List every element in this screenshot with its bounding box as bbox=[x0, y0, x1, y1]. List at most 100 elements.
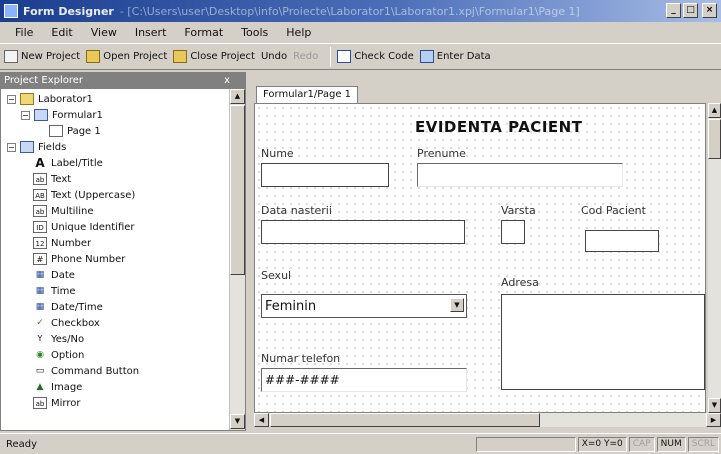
close-project-button[interactable]: Close Project bbox=[173, 50, 255, 63]
field-type-item[interactable]: ▦ Time bbox=[33, 283, 76, 299]
close-icon[interactable]: x bbox=[224, 75, 230, 86]
adresa-label: Adresa bbox=[501, 276, 539, 289]
field-type-item[interactable]: ▭ Command Button bbox=[33, 363, 139, 379]
project-explorer-header: Project Explorer x bbox=[0, 72, 246, 88]
label-icon: A bbox=[35, 156, 45, 170]
tree-item-label: Unique Identifier bbox=[51, 221, 135, 233]
field-type-item[interactable]: ab Text bbox=[33, 171, 71, 187]
scroll-left-icon[interactable]: ◀ bbox=[254, 413, 269, 427]
open-folder-icon bbox=[86, 50, 101, 63]
new-project-icon bbox=[4, 50, 18, 63]
scroll-up-icon[interactable]: ▲ bbox=[230, 89, 245, 104]
field-type-item[interactable]: Y Yes/No bbox=[33, 331, 85, 347]
field-type-item[interactable]: ID Unique Identifier bbox=[33, 219, 135, 235]
field-type-item[interactable]: ▲ Image bbox=[33, 379, 83, 395]
menu-file[interactable]: File bbox=[6, 26, 42, 39]
tree-item-label: Option bbox=[51, 349, 85, 361]
field-type-item[interactable]: ▦ Date bbox=[33, 267, 75, 283]
numar-telefon-label: Numar telefon bbox=[261, 352, 341, 365]
tab-formular1-page1[interactable]: Formular1/Page 1 bbox=[256, 86, 359, 103]
tree-item-label: Page 1 bbox=[67, 125, 101, 137]
title-bar: Form Designer - [C:\Users\user\Desktop\in… bbox=[0, 0, 721, 22]
scroll-right-icon[interactable]: ▶ bbox=[706, 413, 721, 427]
designer-vertical-scrollbar[interactable]: ▲ ▼ bbox=[708, 103, 721, 413]
prenume-label: Prenume bbox=[417, 147, 466, 160]
menu-edit[interactable]: Edit bbox=[42, 26, 81, 39]
project-explorer: Project Explorer x − Laborator1 − Formul… bbox=[0, 72, 246, 431]
varsta-label: Varsta bbox=[501, 204, 536, 217]
enter-data-button[interactable]: Enter Data bbox=[419, 50, 491, 63]
redo-button[interactable]: Redo bbox=[293, 51, 318, 62]
folder-icon bbox=[20, 93, 34, 105]
tree-item-label: Date/Time bbox=[51, 301, 103, 313]
menu-view[interactable]: View bbox=[82, 26, 126, 39]
field-type-item[interactable]: ab Mirror bbox=[33, 395, 80, 411]
menu-insert[interactable]: Insert bbox=[126, 26, 176, 39]
tree-item-label: Phone Number bbox=[51, 253, 126, 265]
prenume-field[interactable] bbox=[417, 163, 623, 187]
tree-item-label: Time bbox=[51, 285, 76, 297]
tree-item-label: Number bbox=[51, 237, 92, 249]
maximize-button[interactable]: □ bbox=[683, 3, 698, 18]
tree-item-laborator1[interactable]: − Laborator1 bbox=[7, 91, 93, 107]
numar-telefon-field[interactable]: ###-#### bbox=[261, 368, 467, 392]
project-explorer-title: Project Explorer bbox=[4, 74, 84, 86]
app-icon bbox=[4, 4, 18, 18]
tree-item-label: Command Button bbox=[51, 365, 140, 377]
scroll-thumb[interactable] bbox=[230, 105, 245, 275]
adresa-field[interactable] bbox=[501, 294, 705, 390]
form-canvas[interactable]: EVIDENTA PACIENT Nume Prenume Data naste… bbox=[254, 103, 706, 413]
collapse-icon[interactable]: − bbox=[7, 142, 16, 152]
explorer-scrollbar[interactable]: ▲ ▼ bbox=[229, 89, 245, 430]
sexul-select[interactable]: Feminin ▼ bbox=[261, 294, 467, 318]
close-folder-icon bbox=[173, 50, 188, 63]
check-code-button[interactable]: Check Code bbox=[337, 50, 414, 63]
form-designer: Formular1/Page 1 EVIDENTA PACIENT Nume P… bbox=[248, 72, 721, 431]
undo-button[interactable]: Undo bbox=[261, 51, 287, 62]
close-project-label: Close Project bbox=[190, 51, 255, 62]
field-type-item[interactable]: # Phone Number bbox=[33, 251, 125, 267]
toolbar: New Project Open Project Close Project U… bbox=[0, 43, 721, 70]
menu-tools[interactable]: Tools bbox=[232, 26, 277, 39]
nume-label: Nume bbox=[261, 147, 294, 160]
scroll-up-icon[interactable]: ▲ bbox=[708, 103, 721, 118]
command-button-icon: ▭ bbox=[35, 366, 45, 376]
scroll-thumb[interactable] bbox=[708, 119, 721, 159]
field-type-item[interactable]: ab Multiline bbox=[33, 203, 94, 219]
menu-format[interactable]: Format bbox=[175, 26, 232, 39]
nume-field[interactable] bbox=[261, 163, 389, 187]
open-project-button[interactable]: Open Project bbox=[86, 50, 167, 63]
field-type-item[interactable]: ◉ Option bbox=[33, 347, 84, 363]
tree-item-page1[interactable]: Page 1 bbox=[49, 123, 101, 139]
field-type-item[interactable]: ▦ Date/Time bbox=[33, 299, 103, 315]
field-type-item[interactable]: A Label/Title bbox=[33, 155, 102, 171]
page-icon bbox=[49, 125, 63, 137]
field-type-item[interactable]: ✓ Checkbox bbox=[33, 315, 100, 331]
guid-icon: ID bbox=[33, 221, 47, 233]
scroll-down-icon[interactable]: ▼ bbox=[708, 398, 721, 413]
collapse-icon[interactable]: − bbox=[7, 94, 16, 104]
varsta-field[interactable] bbox=[501, 220, 525, 244]
cod-pacient-field[interactable] bbox=[585, 230, 659, 252]
designer-horizontal-scrollbar[interactable]: ◀ ▶ bbox=[254, 413, 721, 427]
redo-label: Redo bbox=[293, 51, 319, 62]
minimize-button[interactable]: _ bbox=[666, 3, 681, 18]
collapse-icon[interactable]: − bbox=[21, 110, 30, 120]
tree-item-label: Mirror bbox=[51, 397, 81, 409]
data-nasterii-field[interactable] bbox=[261, 220, 465, 244]
multiline-icon: ab bbox=[33, 205, 47, 217]
date-icon: ▦ bbox=[35, 270, 45, 280]
scroll-down-icon[interactable]: ▼ bbox=[230, 414, 245, 429]
enter-data-icon bbox=[419, 50, 434, 63]
field-type-item[interactable]: AB Text (Uppercase) bbox=[33, 187, 135, 203]
close-button[interactable]: × bbox=[702, 3, 717, 18]
scroll-thumb[interactable] bbox=[270, 413, 540, 427]
yesno-icon: Y bbox=[37, 334, 43, 343]
menu-help[interactable]: Help bbox=[277, 26, 320, 39]
dropdown-arrow-icon[interactable]: ▼ bbox=[450, 298, 464, 312]
new-project-label: New Project bbox=[21, 51, 81, 62]
field-type-item[interactable]: 12 Number bbox=[33, 235, 91, 251]
tree-item-fields[interactable]: − Fields bbox=[7, 139, 66, 155]
new-project-button[interactable]: New Project bbox=[4, 50, 80, 63]
tree-item-formular1[interactable]: − Formular1 bbox=[21, 107, 103, 123]
